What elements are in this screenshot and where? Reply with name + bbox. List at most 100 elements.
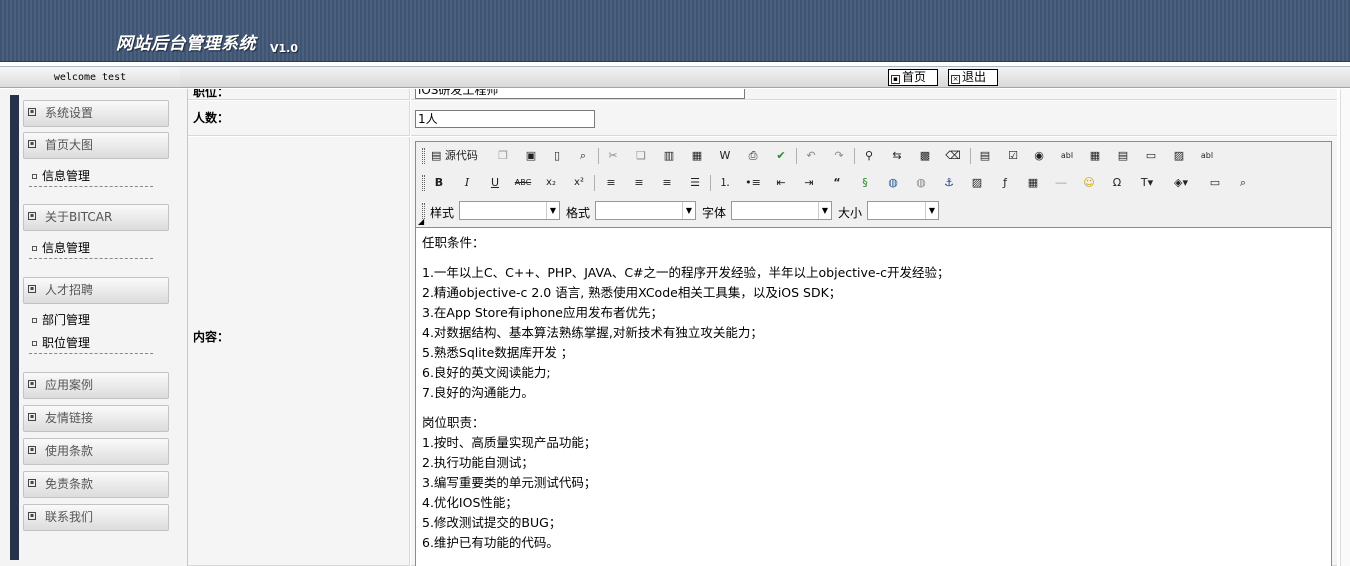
source-icon: ▤ (431, 149, 442, 162)
show-blocks-icon[interactable]: ⌕ (1232, 174, 1254, 192)
font-select[interactable]: ▼ (731, 201, 832, 220)
menu-label: 系统设置 (45, 106, 94, 120)
checkbox-icon[interactable]: ☑ (1002, 147, 1024, 165)
menu-about[interactable]: ▪ 关于BITCAR (23, 204, 169, 231)
toolbar-grip (422, 175, 425, 191)
exit-button[interactable]: × 退出 (948, 69, 998, 86)
copy-disabled-icon[interactable]: ❐ (492, 147, 514, 165)
preview-icon[interactable]: ⌕ (572, 147, 594, 165)
paste-icon[interactable]: ▥ (658, 147, 680, 165)
image-button-icon[interactable]: ▨ (1168, 147, 1190, 165)
submenu-about-info[interactable]: 信息管理 (29, 239, 153, 259)
menu-system-settings[interactable]: ▪ 系统设置 (23, 100, 169, 127)
cut-icon[interactable]: ✂ (602, 147, 624, 165)
print-icon[interactable]: ⎙ (742, 147, 764, 165)
special-char-icon[interactable]: Ω (1106, 174, 1128, 192)
submenu-departments[interactable]: 部门管理 (29, 311, 153, 331)
select-field-icon[interactable]: ▤ (1112, 147, 1134, 165)
expand-icon: ▪ (28, 212, 36, 220)
form-icon[interactable]: ▤ (974, 147, 996, 165)
undo-icon[interactable]: ↶ (800, 147, 822, 165)
menu-recruitment[interactable]: ▪ 人才招聘 (23, 277, 169, 304)
link-icon[interactable]: ◍ (882, 174, 904, 192)
toolbar-separator (598, 148, 599, 164)
align-center-icon[interactable]: ≡ (628, 174, 650, 192)
flash-icon[interactable]: ƒ (994, 174, 1016, 192)
exit-label: 退出 (962, 70, 987, 84)
replace-icon[interactable]: ⇆ (886, 147, 908, 165)
paste-text-icon[interactable]: ▦ (686, 147, 708, 165)
subscript-icon[interactable]: x₂ (540, 174, 562, 192)
div-container-icon[interactable]: § (854, 174, 876, 192)
edit-form: 职位： iOS研发工程师 人数： 1人 内容： ▤ 源代码 ❐ ▣ ▯ ⌕ ✂ … (188, 89, 1350, 566)
chevron-down-icon: ▼ (682, 202, 695, 219)
outdent-icon[interactable]: ⇤ (770, 174, 792, 192)
horizontal-rule-icon[interactable]: ― (1050, 174, 1072, 192)
count-input[interactable]: 1人 (415, 110, 595, 128)
button-field-icon[interactable]: ▭ (1140, 147, 1162, 165)
align-right-icon[interactable]: ≡ (656, 174, 678, 192)
textarea-icon[interactable]: ▦ (1084, 147, 1106, 165)
align-left-icon[interactable]: ≡ (600, 174, 622, 192)
content-line: 4.对数据结构、基本算法熟练掌握,对新技术有独立攻关能力； (422, 325, 763, 340)
blockquote-icon[interactable]: “ (826, 174, 848, 192)
menu-terms[interactable]: ▪ 使用条款 (23, 438, 169, 465)
new-page-icon[interactable]: ▯ (546, 147, 568, 165)
position-input[interactable]: iOS研发工程师 (415, 89, 745, 99)
close-icon: × (951, 75, 960, 84)
italic-icon[interactable]: I (456, 174, 478, 192)
submenu-positions[interactable]: 职位管理 (29, 334, 153, 354)
spellcheck-icon[interactable]: ✔ (770, 147, 792, 165)
hidden-field-icon[interactable]: abl (1196, 147, 1218, 165)
remove-format-icon[interactable]: ⌫ (942, 147, 964, 165)
unlink-icon[interactable]: ◍ (910, 174, 932, 192)
bg-color-icon[interactable]: ◈▾ (1166, 174, 1196, 192)
sidebar: ▪ 系统设置 ▪ 首页大图 信息管理 ▪ 关于BITCAR 信息管理 ▪ 人才招聘 部门… (0, 89, 188, 566)
bold-icon[interactable]: B (428, 174, 450, 192)
expand-icon: ▪ (28, 140, 36, 148)
smiley-icon[interactable]: ☺ (1078, 174, 1100, 192)
content-line: 2.执行功能自测试； (422, 455, 534, 470)
home-button[interactable]: ▪ 首页 (888, 69, 938, 86)
unordered-list-icon[interactable]: •≡ (742, 174, 764, 192)
menu-cases[interactable]: ▪ 应用案例 (23, 372, 169, 399)
textfield-icon[interactable]: abl (1056, 147, 1078, 165)
menu-label: 友情链接 (45, 411, 94, 425)
ordered-list-icon[interactable]: ⒈ (714, 174, 736, 192)
select-all-icon[interactable]: ▩ (914, 147, 936, 165)
expand-icon: ▪ (28, 108, 36, 116)
editor-content[interactable]: 任职条件： 1.一年以上C、C++、PHP、JAVA、C#之一的程序开发经验，半年… (416, 227, 1331, 566)
paste-word-icon[interactable]: W (714, 147, 736, 165)
radio-icon[interactable]: ◉ (1028, 147, 1050, 165)
underline-icon[interactable]: U (484, 174, 506, 192)
redo-icon[interactable]: ↷ (828, 147, 850, 165)
text-color-icon[interactable]: T▾ (1132, 174, 1162, 192)
table-icon[interactable]: ▦ (1022, 174, 1044, 192)
strikethrough-icon[interactable]: ABC (512, 174, 534, 192)
maximize-icon[interactable]: ▭ (1204, 174, 1226, 192)
find-icon[interactable]: ⚲ (858, 147, 880, 165)
anchor-icon[interactable]: ⚓ (938, 174, 960, 192)
size-select[interactable]: ▼ (867, 201, 939, 220)
count-label: 人数： (188, 101, 410, 136)
save-icon[interactable]: ▣ (520, 147, 542, 165)
toolbar-separator (594, 175, 595, 191)
menu-links[interactable]: ▪ 友情链接 (23, 405, 169, 432)
format-select[interactable]: ▼ (595, 201, 696, 220)
align-justify-icon[interactable]: ☰ (684, 174, 706, 192)
copy-icon[interactable]: ❏ (630, 147, 652, 165)
page-scrollbar[interactable] (1340, 89, 1350, 566)
toolbar-separator (970, 148, 971, 164)
indent-icon[interactable]: ⇥ (798, 174, 820, 192)
menu-label: 免责条款 (45, 477, 94, 491)
font-label: 字体 (702, 206, 727, 220)
collapse-toolbar-icon[interactable]: ◢ (418, 217, 424, 226)
superscript-icon[interactable]: x² (568, 174, 590, 192)
menu-home-banner[interactable]: ▪ 首页大图 (23, 132, 169, 159)
style-select[interactable]: ▼ (459, 201, 560, 220)
menu-disclaimer[interactable]: ▪ 免责条款 (23, 471, 169, 498)
submenu-banner-info[interactable]: 信息管理 (29, 167, 153, 187)
source-button[interactable]: ▤ 源代码 (428, 147, 486, 165)
menu-contact[interactable]: ▪ 联系我们 (23, 504, 169, 531)
image-icon[interactable]: ▨ (966, 174, 988, 192)
